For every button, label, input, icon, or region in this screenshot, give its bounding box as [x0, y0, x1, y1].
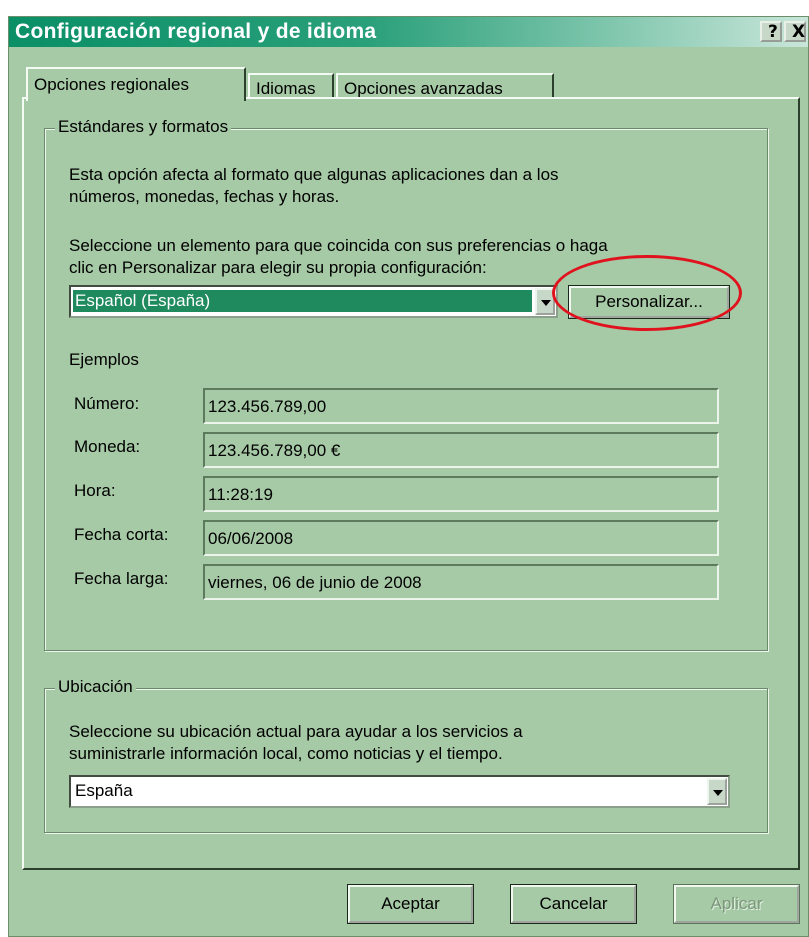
locale-dropdown[interactable]: Español (España) [69, 285, 558, 318]
location-dropdown[interactable]: España [69, 775, 730, 808]
location-selected-value: España [75, 781, 133, 800]
location-description-line-2: suministrarle información local, como no… [69, 744, 503, 763]
tab-panel: Estándares y formatos Esta opción afecta… [22, 97, 800, 870]
window-title: Configuración regional y de idioma [15, 20, 377, 43]
cancel-button[interactable]: Cancelar [510, 884, 637, 924]
apply-button[interactable]: Aplicar [673, 884, 800, 924]
standards-description-line-1: Esta opción afecta al formato que alguna… [69, 165, 559, 184]
example-field-hora: 11:28:19 [203, 476, 719, 512]
chevron-down-icon[interactable] [535, 288, 555, 315]
example-label-fecha-larga: Fecha larga: [74, 569, 169, 588]
help-button[interactable]: ? [760, 21, 782, 42]
title-bar[interactable]: Configuración regional y de idioma ? X [9, 17, 808, 47]
example-value-numero: 123.456.789,00 [208, 397, 327, 416]
standards-instruction-line-2: clic en Personalizar para elegir su prop… [69, 258, 487, 277]
example-label-moneda: Moneda: [74, 437, 141, 456]
example-value-hora: 11:28:19 [208, 485, 273, 504]
tab-label: Opciones avanzadas [344, 79, 503, 98]
location-description-line-1: Seleccione su ubicación actual para ayud… [69, 722, 523, 741]
example-label-hora: Hora: [74, 481, 116, 500]
standards-description-line-2: números, monedas, fechas y horas. [69, 187, 340, 206]
tab-opciones-regionales[interactable]: Opciones regionales [26, 67, 246, 101]
example-label-fecha-corta: Fecha corta: [74, 525, 169, 544]
examples-heading: Ejemplos [69, 350, 139, 369]
location-legend: Ubicación [55, 677, 136, 697]
example-value-fecha-corta: 06/06/2008 [208, 529, 294, 548]
tab-label: Idiomas [256, 79, 316, 98]
standards-instruction-line-1: Seleccione un elemento para que coincida… [69, 236, 608, 255]
locale-selected-value: Español (España) [73, 290, 532, 312]
example-field-numero: 123.456.789,00 [203, 388, 719, 424]
close-button[interactable]: X [784, 21, 806, 42]
example-value-fecha-larga: viernes, 06 de junio de 2008 [208, 573, 422, 592]
example-field-fecha-corta: 06/06/2008 [203, 520, 719, 556]
standards-formats-legend: Estándares y formatos [55, 117, 232, 137]
tab-label: Opciones regionales [34, 75, 189, 94]
example-field-moneda: 123.456.789,00 € [203, 432, 719, 468]
example-value-moneda: 123.456.789,00 € [208, 441, 341, 460]
ok-button[interactable]: Aceptar [347, 884, 474, 924]
regional-settings-dialog: Configuración regional y de idioma ? X O… [8, 16, 809, 937]
customize-button[interactable]: Personalizar... [568, 285, 730, 319]
example-label-numero: Número: [74, 394, 140, 413]
chevron-down-icon[interactable] [707, 778, 727, 805]
example-field-fecha-larga: viernes, 06 de junio de 2008 [203, 564, 719, 600]
